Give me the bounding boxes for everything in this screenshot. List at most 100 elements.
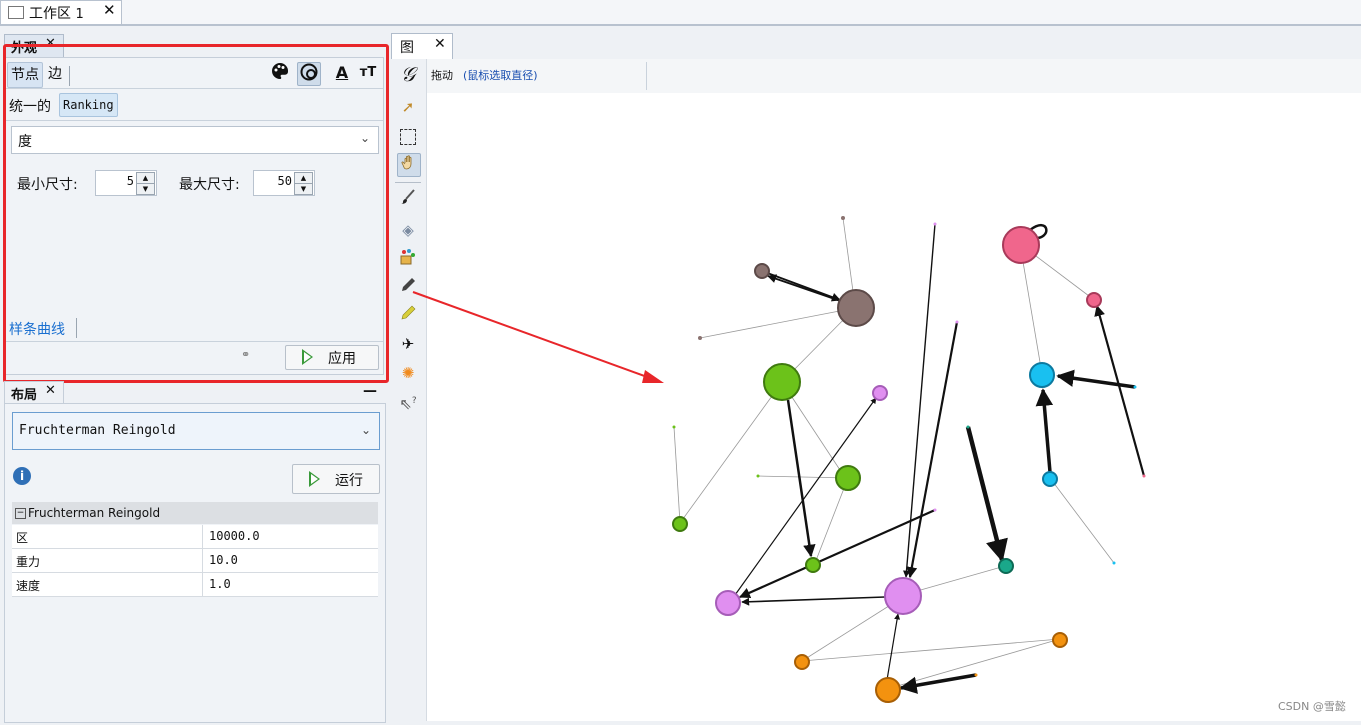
graph-node[interactable] [998, 558, 1014, 574]
graph-node[interactable] [698, 336, 702, 340]
airplane-icon[interactable]: ✈ [397, 333, 419, 355]
apply-button[interactable]: 应用 [285, 345, 379, 370]
pencil-icon[interactable] [397, 277, 419, 299]
min-size-value: 5 [126, 174, 134, 188]
graph-node[interactable] [841, 216, 845, 220]
graph-node[interactable] [875, 677, 901, 703]
diamond-icon[interactable]: ◈ [397, 219, 419, 241]
nodes-mode-button[interactable]: 节点 [7, 62, 43, 88]
properties-header-label: Fruchterman Reingold [28, 506, 161, 520]
graph-nodes[interactable] [672, 216, 1146, 703]
collapse-icon[interactable]: − [15, 508, 26, 519]
info-icon[interactable]: i [13, 467, 31, 485]
divider [646, 62, 647, 90]
ranking-tab[interactable]: Ranking [59, 93, 118, 117]
ranking-attribute-select[interactable]: 度 ⌄ [11, 126, 379, 154]
play-icon [302, 349, 313, 365]
unique-tab[interactable]: 统一的 [9, 96, 51, 116]
workspace-tab-close-icon[interactable]: ✕ [103, 1, 116, 19]
properties-header[interactable]: − Fruchterman Reingold [12, 502, 378, 524]
graph-node[interactable] [794, 654, 810, 670]
mode-divider [69, 66, 70, 86]
graph-toolbar: 拖动 (鼠标选取直径) [427, 59, 1361, 93]
help-pointer-icon[interactable]: ⇖? [397, 390, 419, 413]
edge-pencil-icon[interactable] [397, 305, 419, 327]
size-rings-icon[interactable] [297, 62, 321, 86]
max-size-spinner[interactable]: 50 ▲ ▼ [253, 170, 315, 196]
graph-canvas[interactable] [427, 93, 1361, 721]
graph-node[interactable] [1042, 471, 1058, 487]
drag-tool-label: 拖动 [431, 69, 453, 82]
rectangle-select-icon[interactable] [397, 125, 419, 147]
graph-node[interactable] [1112, 561, 1116, 565]
label-color-icon[interactable]: A [331, 62, 353, 84]
graph-node[interactable] [835, 465, 861, 491]
minimize-button[interactable]: — [363, 383, 377, 399]
graph-node[interactable] [933, 222, 937, 226]
spinner-down-icon[interactable]: ▼ [136, 183, 155, 195]
color-bucket-icon[interactable] [397, 248, 419, 270]
graph-node[interactable] [955, 320, 959, 324]
graph-node[interactable] [1052, 632, 1068, 648]
graph-node[interactable] [1086, 292, 1102, 308]
divider [76, 318, 77, 338]
graph-node[interactable] [933, 508, 937, 512]
graph-node[interactable] [754, 263, 770, 279]
layout-tab-title: 布局 [11, 388, 38, 403]
layout-algorithm-select[interactable]: Fruchterman Reingold ⌄ [12, 412, 380, 450]
property-row[interactable]: 区 10000.0 [12, 525, 378, 549]
sun-icon[interactable]: ✺ [397, 362, 419, 384]
apply-button-label: 应用 [328, 351, 356, 367]
layout-algorithm-value: Fruchterman Reingold [19, 423, 176, 438]
graph-node[interactable] [872, 385, 888, 401]
tab-appearance[interactable]: 外观 ✕ [4, 34, 64, 57]
play-icon [309, 471, 320, 487]
palette-icon[interactable] [269, 62, 291, 84]
graph-node[interactable] [756, 474, 760, 478]
edges-mode-button[interactable]: 边 [45, 62, 65, 86]
appearance-tab-title: 外观 [11, 41, 38, 56]
graph-node[interactable] [974, 673, 978, 677]
tab-graph[interactable]: 图 ✕ [391, 33, 453, 59]
workspace-tab[interactable]: 工作区 1 ✕ [0, 0, 122, 24]
gephi-logo-icon: 𝒢 [400, 62, 416, 86]
graph-node[interactable] [837, 289, 875, 327]
property-row[interactable]: 速度 1.0 [12, 573, 378, 597]
graph-node[interactable] [805, 557, 821, 573]
property-value[interactable]: 10000.0 [202, 525, 260, 548]
graph-tab-close-icon[interactable]: ✕ [434, 36, 446, 52]
layout-tab-close-icon[interactable]: ✕ [45, 383, 56, 398]
min-size-label: 最小尺寸: [17, 177, 78, 193]
graph-tab-bar [391, 33, 1361, 59]
workspace-tab-bar [0, 0, 1361, 26]
graph-node[interactable] [1029, 362, 1055, 388]
brush-icon[interactable] [397, 189, 419, 211]
network-graph[interactable] [427, 93, 1361, 721]
property-value[interactable]: 1.0 [202, 573, 231, 596]
tab-layout[interactable]: 布局 ✕ [4, 381, 64, 404]
directed-edges [734, 223, 1146, 694]
label-size-icon[interactable]: тT [357, 62, 379, 84]
run-button[interactable]: 运行 [292, 464, 380, 494]
graph-node[interactable] [715, 590, 741, 616]
graph-node[interactable] [672, 425, 676, 429]
drag-tool-hint[interactable]: (鼠标选取直径) [463, 67, 538, 83]
chevron-down-icon: ⌄ [360, 423, 371, 437]
property-row[interactable]: 重力 10.0 [12, 549, 378, 573]
graph-node[interactable] [884, 577, 922, 615]
link-chain-icon[interactable]: ⚭ [241, 348, 250, 361]
spinner-down-icon[interactable]: ▼ [294, 183, 313, 195]
pointer-icon[interactable]: ➚ [397, 96, 419, 118]
property-key: 区 [16, 531, 29, 545]
appearance-tab-close-icon[interactable]: ✕ [45, 36, 56, 51]
graph-node[interactable] [1133, 385, 1137, 389]
spline-link[interactable]: 样条曲线 [9, 319, 65, 339]
graph-node[interactable] [1002, 226, 1040, 264]
graph-node[interactable] [1142, 474, 1146, 478]
drag-hand-icon[interactable] [397, 153, 421, 177]
property-value[interactable]: 10.0 [202, 549, 238, 572]
graph-node[interactable] [763, 363, 801, 401]
min-size-spinner[interactable]: 5 ▲ ▼ [95, 170, 157, 196]
graph-node[interactable] [966, 425, 970, 429]
graph-node[interactable] [672, 516, 688, 532]
